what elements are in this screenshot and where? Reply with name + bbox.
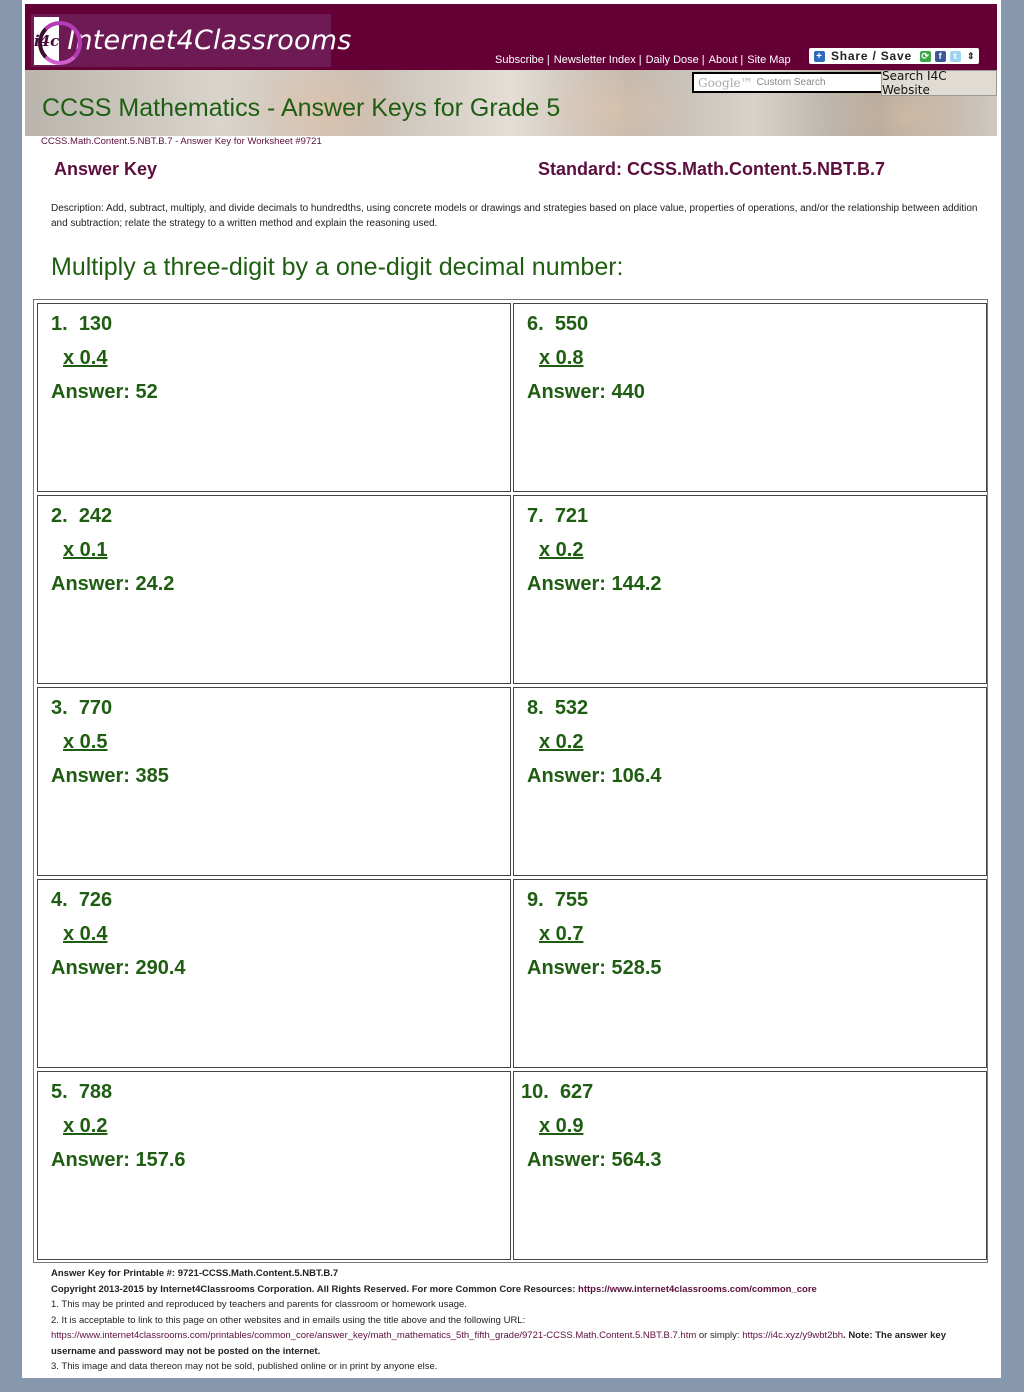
problem-number: 7. [527,505,544,527]
problem-cell: 8. 532 x 0.2 Answer: 106.4 [513,687,987,876]
problem-answer: Answer: 52 [51,381,158,403]
problem-answer: Answer: 564.3 [527,1149,662,1171]
problem-cell: 9. 755 x 0.7 Answer: 528.5 [513,879,987,1068]
problem-cell: 1. 130 x 0.4 Answer: 52 [37,303,511,492]
problem-number: 6. [527,313,544,335]
worksheet-url-link[interactable]: https://www.internet4classrooms.com/prin… [51,1330,696,1341]
problem-cell: 5. 788 x 0.2 Answer: 157.6 [37,1071,511,1260]
problem-answer: Answer: 157.6 [51,1149,186,1171]
logo-text: Internet4Classrooms [67,25,352,56]
problem-multiplier: x 0.8 [539,347,584,369]
nav-about[interactable]: About [709,54,738,66]
problem-cell: 3. 770 x 0.5 Answer: 385 [37,687,511,876]
problem-multiplier: x 0.2 [63,1115,108,1137]
search-button[interactable]: Search I4C Website [881,70,997,97]
nav-separator: | [701,54,705,66]
footer-copyright: Copyright 2013-2015 by Internet4Classroo… [51,1283,817,1295]
problem-multiplier: x 0.4 [63,923,108,945]
share-save-button[interactable]: + Share / Save ⟳ f t ⇕ [809,48,979,64]
problem-multiplier: x 0.2 [539,731,584,753]
problem-answer: Answer: 440 [527,381,645,403]
google-logo: Google™ [698,75,753,90]
problem-cell: 2. 242 x 0.1 Answer: 24.2 [37,495,511,684]
more-icon[interactable]: ⇕ [967,51,975,62]
problem-answer: Answer: 144.2 [527,573,662,595]
problem-cell: 10. 627 x 0.9 Answer: 564.3 [513,1071,987,1260]
problem-answer: Answer: 385 [51,765,169,787]
problem-answer: Answer: 24.2 [51,573,175,595]
problem-number: 10. [521,1081,549,1103]
problem-value: 550 [554,313,589,335]
problem-number: 3. [51,697,68,719]
problem-value: 242 [78,505,113,527]
search-placeholder: Custom Search [756,77,826,88]
problem-number: 8. [527,697,544,719]
problem-answer: Answer: 290.4 [51,957,186,979]
breadcrumb: CCSS.Math.Content.5.NBT.B.7 - Answer Key… [41,136,322,147]
problem-answer: Answer: 106.4 [527,765,662,787]
problem-multiplier: x 0.7 [539,923,584,945]
problem-answer: Answer: 528.5 [527,957,662,979]
footer-rule-2-links: https://www.internet4classrooms.com/prin… [51,1330,946,1357]
problem-multiplier: x 0.5 [63,731,108,753]
footer: Answer Key for Printable #: 9721-CCSS.Ma… [51,1266,991,1375]
problem-value: 788 [78,1081,113,1103]
problem-multiplier: x 0.2 [539,539,584,561]
site-header: i4c Internet4Classrooms Subscribe | Newsl… [25,4,997,70]
banner: Google™ Custom Search Search I4C Website… [25,70,997,136]
problem-number: 1. [51,313,68,335]
problem-multiplier: x 0.1 [63,539,108,561]
problem-multiplier: x 0.4 [63,347,108,369]
logo-icon: i4c [34,16,82,65]
problem-value: 770 [78,697,113,719]
problem-number: 2. [51,505,68,527]
problem-value: 130 [78,313,113,335]
problem-cell: 4. 726 x 0.4 Answer: 290.4 [37,879,511,1068]
problem-cell: 7. 721 x 0.2 Answer: 144.2 [513,495,987,684]
facebook-icon[interactable]: f [934,50,946,62]
problem-value: 721 [554,505,589,527]
nav-daily-dose[interactable]: Daily Dose [646,54,699,66]
instruction-heading: Multiply a three-digit by a one-digit de… [51,253,624,281]
problem-value: 755 [554,889,589,911]
footer-rule-2: 2. It is acceptable to link to this page… [51,1314,526,1326]
problem-number: 9. [527,889,544,911]
twitter-icon[interactable]: t [949,50,961,62]
nav-separator: | [740,54,744,66]
share-label: Share / Save [831,49,912,63]
problem-cell: 6. 550 x 0.8 Answer: 440 [513,303,987,492]
nav-site-map[interactable]: Site Map [747,54,790,66]
top-nav: Subscribe | Newsletter Index | Daily Dose |… [495,54,791,66]
nav-separator: | [546,54,550,66]
page-title: CCSS Mathematics - Answer Keys for Grade… [42,94,561,122]
footer-rule-1: 1. This may be printed and reproduced by… [51,1299,467,1310]
share-icon[interactable]: ⟳ [919,50,931,62]
description: Description: Add, subtract, multiply, an… [51,203,978,229]
footer-printable: Answer Key for Printable #: 9721-CCSS.Ma… [51,1268,339,1279]
site-logo[interactable]: i4c Internet4Classrooms [31,14,351,67]
short-url-link[interactable]: https://i4c.xyz/y9wbt2bh [742,1330,843,1341]
nav-subscribe[interactable]: Subscribe [495,54,544,66]
plus-icon: + [814,50,825,62]
problem-value: 627 [559,1081,594,1103]
page: i4c Internet4Classrooms Subscribe | Newsl… [22,0,1001,1378]
problem-value: 726 [78,889,113,911]
problem-multiplier: x 0.9 [539,1115,584,1137]
standard-heading: Standard: CCSS.Math.Content.5.NBT.B.7 [538,159,886,179]
problem-value: 532 [554,697,589,719]
problem-number: 4. [51,889,68,911]
footer-rule-3: 3. This image and data thereon may not b… [51,1361,438,1372]
nav-separator: | [638,54,642,66]
problem-number: 5. [51,1081,68,1103]
search-input[interactable]: Google™ Custom Search [692,72,884,93]
nav-newsletter-index[interactable]: Newsletter Index [554,54,636,66]
problems-grid: 1. 130 x 0.4 Answer: 52 2. 242 x 0.1 Ans… [33,299,988,1263]
common-core-link[interactable]: https://www.internet4classrooms.com/comm… [578,1284,817,1295]
answer-key-heading: Answer Key [54,159,158,179]
